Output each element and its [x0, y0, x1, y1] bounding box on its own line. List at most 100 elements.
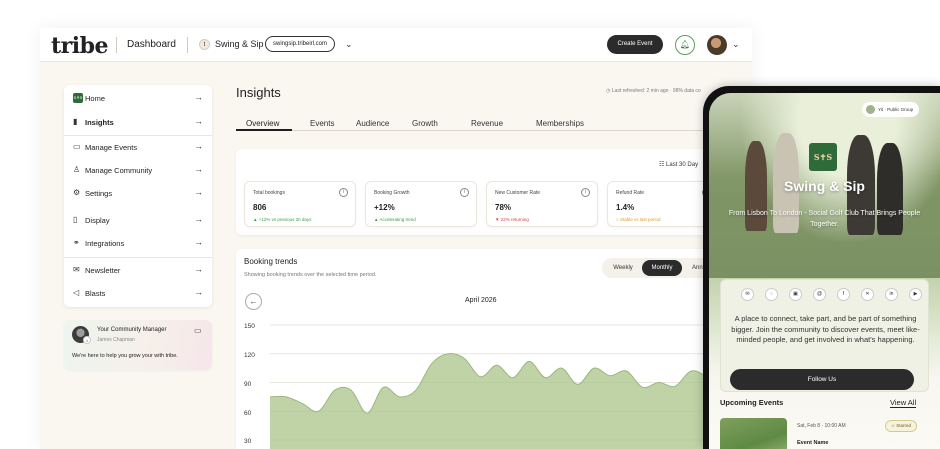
follow-us-button[interactable]: Follow Us — [730, 369, 914, 390]
sidebar-item-manage-community[interactable]: ♙ Manage Community → — [64, 161, 212, 181]
metric-title: Total bookings — [253, 190, 285, 196]
manager-title: Your Community Manager — [97, 327, 167, 333]
data-point — [367, 413, 368, 414]
tab-growth[interactable]: Growth — [412, 119, 438, 128]
community-description: From Lisbon To London - Social Golf Club… — [728, 210, 921, 228]
data-point — [626, 370, 627, 371]
sidebar-item-label: Blasts — [85, 289, 106, 298]
tab-events[interactable]: Events — [310, 119, 334, 128]
data-point — [448, 353, 449, 354]
data-point — [318, 411, 319, 412]
space-url-link[interactable]: swingsip.tribeirl.com — [265, 36, 336, 52]
data-point — [496, 365, 497, 366]
data-point — [512, 377, 513, 378]
period-weekly[interactable]: Weekly — [606, 260, 640, 276]
data-point — [415, 390, 416, 391]
sidebar-item-display[interactable]: ▯ Display → — [64, 211, 212, 231]
bar-chart-icon: ▮ — [73, 117, 78, 126]
arrow-right-icon: → — [194, 164, 203, 174]
youtube-icon[interactable]: ▶ — [909, 288, 922, 301]
period-monthly[interactable]: Monthly — [642, 260, 682, 276]
data-point — [610, 375, 611, 376]
date-range-selector[interactable]: ☷ Last 30 Day — [659, 161, 698, 168]
sidebar-item-manage-events[interactable]: ▭ Manage Events → — [64, 138, 212, 158]
event-image[interactable] — [720, 418, 787, 449]
phone-preview: Yit · Public Group S✝S Swing & Sip From … — [703, 86, 940, 449]
arrow-right-icon: → — [194, 116, 203, 126]
metric-card: Total bookings i 806 ▲ +12% vs previous … — [244, 181, 356, 227]
booking-trends-title: Booking trends — [244, 257, 298, 266]
threads-icon[interactable]: @ — [813, 288, 826, 301]
data-point — [658, 382, 659, 383]
chevron-down-icon[interactable]: ⌄ — [732, 39, 740, 50]
user-avatar[interactable] — [707, 35, 727, 55]
sidebar-item-insights[interactable]: ▮ Insights → — [64, 113, 212, 133]
booking-trends-panel: Booking trends Showing booking trends ov… — [236, 249, 752, 449]
sidebar-item-blasts[interactable]: ◁ Blasts → — [64, 284, 212, 304]
tab-memberships[interactable]: Memberships — [536, 119, 584, 128]
create-event-button[interactable]: Create Event — [607, 35, 663, 54]
mail-icon: ✉ — [73, 265, 80, 274]
facebook-icon[interactable]: f — [837, 288, 850, 301]
info-icon[interactable]: i — [460, 188, 469, 197]
space-name[interactable]: Swing & Sip — [215, 39, 264, 49]
community-manager-card[interactable]: t Your Community Manager James Chapman ▭… — [64, 320, 212, 370]
data-point — [642, 387, 643, 388]
chevron-down-icon[interactable]: ⌄ — [345, 39, 353, 50]
info-icon[interactable]: i — [581, 188, 590, 197]
linkedin-icon[interactable]: in — [885, 288, 898, 301]
sidebar-item-home[interactable]: S✝S Home → — [64, 89, 212, 109]
bell-icon[interactable]: 🔔︎ — [675, 35, 695, 55]
sidebar-item-integrations[interactable]: ⚭ Integrations → — [64, 234, 212, 254]
whatsapp-icon[interactable]: ◌ — [765, 288, 778, 301]
tribe-logo[interactable]: tribe — [51, 33, 109, 59]
top-bar: tribe Dashboard t Swing & Sip swingsip.t… — [40, 28, 752, 62]
data-point — [302, 403, 303, 404]
last-refreshed-text: Last refreshed: 2 min ago · 98% data co — [611, 88, 701, 94]
sidebar-item-newsletter[interactable]: ✉ Newsletter → — [64, 261, 212, 281]
tab-revenue[interactable]: Revenue — [471, 119, 503, 128]
about-text: A place to connect, take part, and be pa… — [731, 314, 920, 344]
data-point — [674, 386, 675, 387]
email-icon[interactable]: ✉ — [741, 288, 754, 301]
integrations-icon: ⚭ — [73, 238, 80, 247]
manager-name: James Chapman — [97, 337, 135, 343]
tab-overview[interactable]: Overview — [246, 119, 279, 128]
sidebar-item-label: Manage Events — [85, 143, 138, 152]
dashboard-link[interactable]: Dashboard — [127, 39, 176, 50]
booking-trends-subtitle: Showing booking trends over the selected… — [244, 272, 377, 278]
data-point — [286, 396, 287, 397]
metric-title: Booking Growth — [374, 190, 410, 196]
data-point — [529, 361, 530, 362]
upcoming-events-title: Upcoming Events — [720, 398, 784, 407]
metric-trend: ○ Stable vs last period — [616, 217, 661, 222]
data-point — [593, 368, 594, 369]
filter-icon: ☷ — [659, 162, 667, 168]
y-tick-label: 120 — [244, 352, 255, 359]
arrow-right-icon: → — [194, 141, 203, 151]
instagram-icon[interactable]: ▣ — [789, 288, 802, 301]
tab-audience[interactable]: Audience — [356, 119, 389, 128]
chart-month-label: April 2026 — [465, 297, 497, 304]
sidebar-item-label: Insights — [85, 118, 114, 127]
phone-screen: Yit · Public Group S✝S Swing & Sip From … — [709, 93, 940, 449]
group-avatar — [866, 105, 875, 114]
about-card: ✉ ◌ ▣ @ f ✕ in ▶ A place to connect, tak… — [720, 279, 929, 392]
chat-icon[interactable]: ▭ — [194, 326, 202, 335]
previous-month-button[interactable]: ← — [245, 293, 262, 310]
data-point — [383, 387, 384, 388]
info-icon[interactable]: i — [339, 188, 348, 197]
view-all-link[interactable]: View All — [890, 398, 917, 408]
dashboard-window: tribe Dashboard t Swing & Sip swingsip.t… — [40, 28, 752, 449]
sidebar-item-label: Display — [85, 216, 110, 225]
event-name[interactable]: Event Name — [797, 440, 829, 446]
group-badge-label: Yit · Public Group — [878, 107, 914, 112]
arrow-right-icon: → — [194, 187, 203, 197]
event-date: Sat, Feb 8 · 10:00 AM — [797, 423, 846, 429]
swing-sip-logo: S✝S — [809, 143, 837, 171]
sidebar-item-settings[interactable]: ⚙ Settings → — [64, 184, 212, 204]
data-point — [431, 363, 432, 364]
x-icon[interactable]: ✕ — [861, 288, 874, 301]
metric-value: +12% — [374, 203, 395, 212]
starred-badge[interactable]: ☆ Starred — [885, 420, 918, 432]
